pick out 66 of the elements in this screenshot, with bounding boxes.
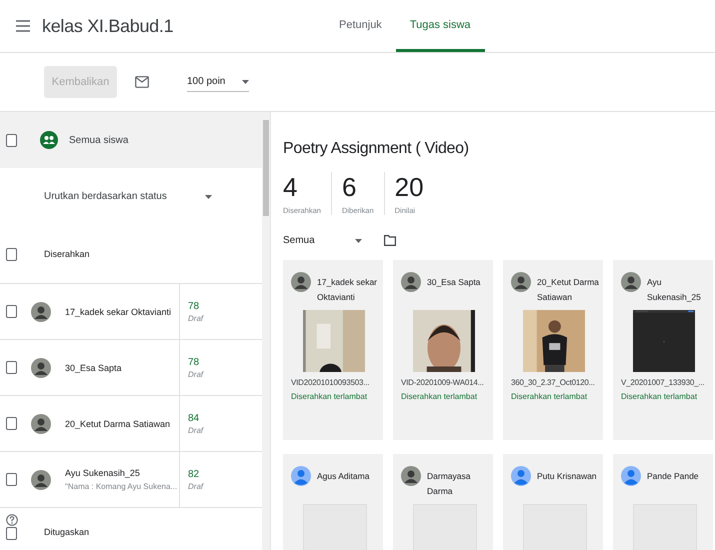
assignment-title: Poetry Assignment ( Video) [283,140,470,158]
submission-card[interactable]: 30_Esa Sapta VID-20201009-WA014... Diserahkan terlambat [393,260,493,440]
tab[interactable]: Petunjuk [325,0,396,52]
checkbox[interactable] [6,473,17,486]
caret-icon [204,194,212,198]
checkbox[interactable] [6,305,17,318]
all-students-label: Semua siswa [69,134,128,146]
submission-status: Diserahkan terlambat [511,392,588,401]
student-name[interactable]: 30_Esa Sapta [65,362,122,372]
file-name[interactable]: VID-20201009-WA014... [401,378,489,387]
student-name[interactable]: Ayu Sukenasih_25 [65,468,178,478]
grade[interactable]: 82 [188,468,204,480]
checkbox[interactable] [6,248,17,260]
file-name[interactable]: 360_30_2.37_Oct0120... [511,378,599,387]
grade[interactable]: 84 [188,412,204,424]
student-name: Putu Krisnawan [537,470,597,483]
menu-icon[interactable] [16,20,30,32]
submission-card[interactable]: Agus Aditama [283,454,383,550]
student-name[interactable]: 20_Ketut Darma Satiawan [65,418,170,428]
stat-value: 6 [342,172,358,202]
checkbox[interactable] [6,417,17,430]
group-icon [40,131,58,149]
filter-dropdown[interactable]: Semua [283,235,362,246]
mail-icon[interactable] [135,76,149,88]
scrollbar-thumb[interactable] [263,120,269,216]
submission-status: Diserahkan terlambat [621,392,698,401]
submission-card[interactable]: 17_kadek sekar Oktavianti VID20201010093503... Diserahkan terlambat [283,260,383,440]
folder-icon[interactable] [384,235,396,246]
file-name[interactable]: V_20201007_133930_... [621,378,709,387]
submission-card[interactable]: Putu Krisnawan [503,454,603,550]
stat-value: 20 [394,172,424,202]
student-name: Darmayasa Darma [427,470,472,498]
class-title: kelas XI.Babud.1 [42,16,174,36]
student-name[interactable]: 17_kadek sekar Oktavianti [65,306,172,316]
grade-status: Draf [188,370,204,378]
submission-card[interactable]: Ayu Sukenasih_25 V_20201007_133930_... Diserahkan terlambat [613,260,713,440]
stat-value: 4 [283,172,298,202]
grade[interactable]: 78 [188,356,204,368]
caret-icon [242,80,249,84]
student-name: Agus Aditama [317,470,370,483]
sort-dropdown[interactable]: Urutkan berdasarkan status [44,191,212,202]
checkbox[interactable] [6,361,17,374]
student-name: 20_Ketut Darma Satiawan [537,276,599,304]
student-name: 30_Esa Sapta [427,276,480,289]
grade-status: Draf [188,314,204,322]
submission-status: Diserahkan terlambat [401,392,478,401]
private-comment: "Nama : Komang Ayu Sukena... [65,482,178,491]
checkbox[interactable] [6,527,17,540]
caret-icon [354,238,362,242]
submission-card[interactable]: Darmayasa Darma [393,454,493,550]
tab[interactable]: Tugas siswa [396,0,485,52]
points-dropdown[interactable]: 100 poin [187,72,249,92]
help-icon[interactable] [6,514,18,526]
group-label: Diserahkan [44,249,90,259]
submission-card[interactable]: 20_Ketut Darma Satiawan 360_30_2.37_Oct0120... Diserahkan terlambat [503,260,603,440]
student-name: 17_kadek sekar Oktavianti [317,276,378,304]
submission-card[interactable]: Pande Pande [613,454,713,550]
group-label: Ditugaskan [44,527,90,537]
submission-status: Diserahkan terlambat [291,392,368,401]
grade-status: Draf [188,426,204,434]
student-name: Ayu Sukenasih_25 [647,276,702,304]
file-name[interactable]: VID20201010093503... [291,378,379,387]
grade[interactable]: 78 [188,300,204,312]
checkbox[interactable] [6,134,17,146]
grade-status: Draf [188,482,204,490]
student-name: Pande Pande [647,470,699,483]
